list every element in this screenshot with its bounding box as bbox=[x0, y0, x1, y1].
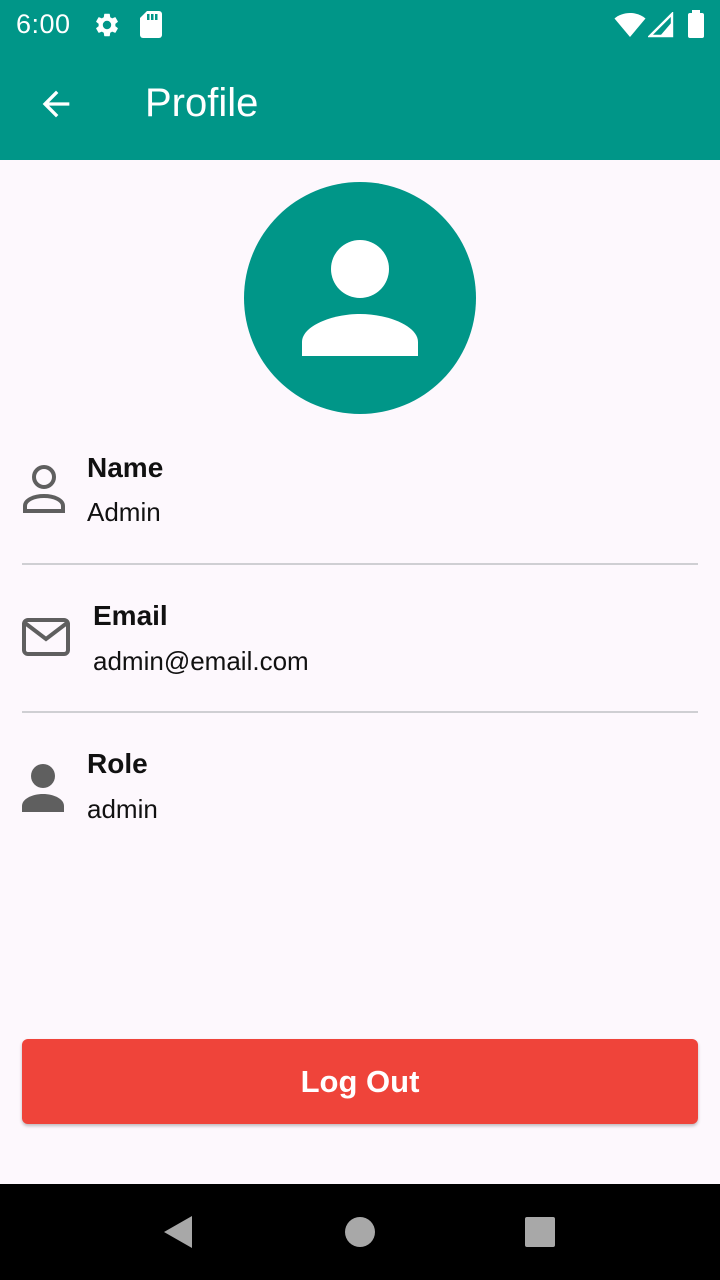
role-label: Role bbox=[87, 748, 148, 779]
person-filled-icon bbox=[22, 764, 64, 812]
status-bar: 6:00 bbox=[0, 0, 720, 48]
name-label: Name bbox=[87, 452, 164, 483]
email-value: admin@email.com bbox=[93, 646, 309, 676]
person-icon bbox=[302, 240, 418, 356]
divider bbox=[22, 563, 698, 565]
home-circle-icon[interactable] bbox=[343, 1215, 377, 1249]
email-row: Email admin@email.com bbox=[0, 588, 720, 712]
status-time: 6:00 bbox=[16, 9, 71, 39]
role-value: admin bbox=[87, 794, 158, 824]
avatar bbox=[244, 182, 476, 414]
app-bar: Profile bbox=[0, 48, 720, 160]
role-row: Role admin bbox=[0, 736, 720, 846]
arrow-left-icon bbox=[42, 90, 70, 118]
gear-icon bbox=[96, 13, 118, 37]
sd-card-icon bbox=[140, 11, 162, 38]
back-button[interactable] bbox=[24, 72, 88, 136]
recents-square-icon[interactable] bbox=[524, 1216, 556, 1248]
name-value: Admin bbox=[87, 497, 161, 527]
wifi-icon bbox=[614, 13, 646, 37]
mail-outline-icon bbox=[22, 618, 70, 656]
back-triangle-icon[interactable] bbox=[162, 1214, 194, 1250]
email-label: Email bbox=[93, 600, 168, 631]
cell-signal-icon bbox=[648, 12, 674, 38]
person-outline-icon bbox=[23, 465, 65, 513]
logout-button[interactable]: Log Out bbox=[22, 1039, 698, 1124]
name-row: Name Admin bbox=[0, 440, 720, 564]
page-title: Profile bbox=[145, 81, 259, 125]
divider bbox=[22, 711, 698, 713]
battery-icon bbox=[688, 10, 704, 38]
nav-bar bbox=[0, 1184, 720, 1280]
